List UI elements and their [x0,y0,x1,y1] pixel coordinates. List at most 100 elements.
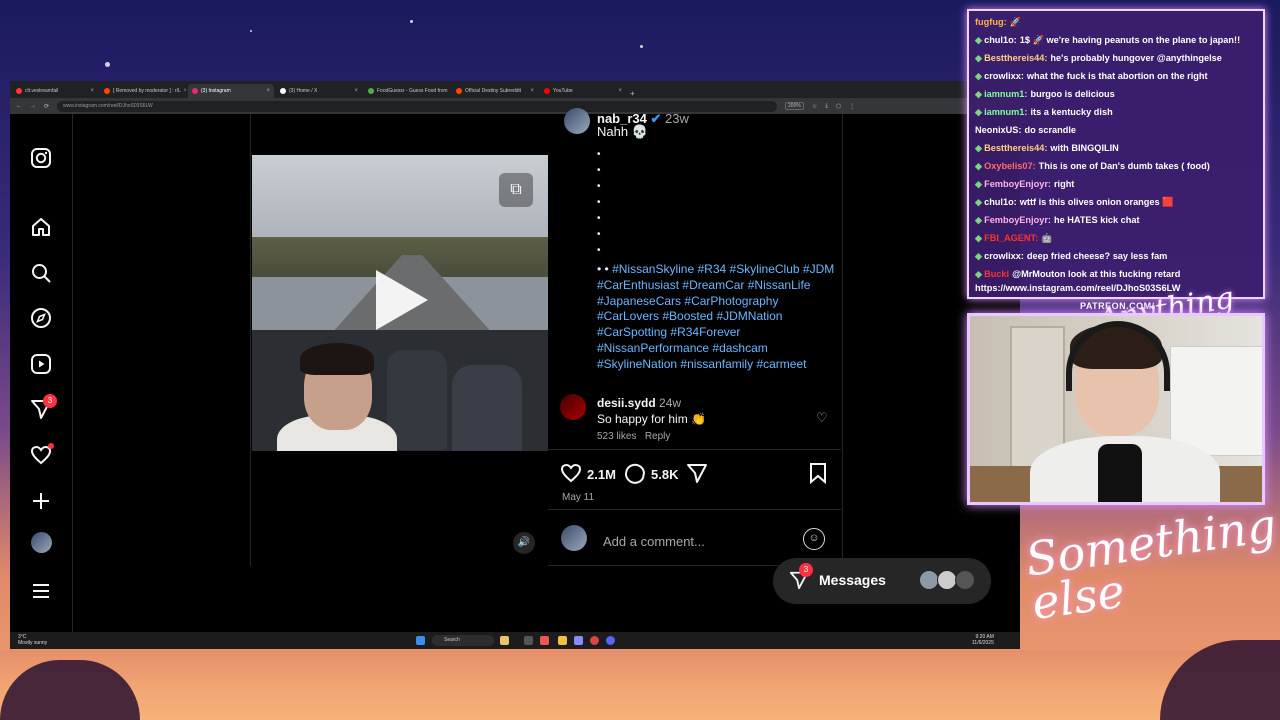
url-input[interactable]: www.instagram.com/reel/DJhoS03S6LW [57,100,778,112]
chat-message: ◆ FemboyEnjoyr: he HATES kick chat [975,211,1257,229]
hashtag-link[interactable]: #SkylineNation [597,357,677,371]
comment-user[interactable]: desii.sydd [597,396,656,410]
comment-icon[interactable] [624,462,646,490]
bookmark-star-icon[interactable]: ☆ [812,103,817,110]
browser-tab[interactable]: [ Removed by moderator ] : r/L × [100,84,186,98]
play-icon[interactable] [376,270,428,330]
chat-username[interactable]: FBI_AGENT: [984,233,1038,243]
weather-widget[interactable]: 3°C Mostly sunny [18,634,47,646]
close-tab-icon[interactable]: × [184,88,186,94]
browser-tab[interactable]: Official Destiny Subreddit × [452,84,538,98]
browser-tab[interactable]: clt.vestreamfail × [12,84,98,98]
chat-text: its a kentucky dish [1030,107,1113,117]
browser-menu-icon[interactable]: ⋮ [849,103,855,110]
commenter-avatar[interactable] [560,394,586,420]
sub-badge-icon: ◆ [975,215,983,225]
chat-username[interactable]: crowlixx: [984,251,1024,261]
hashtag-link[interactable]: #NissanSkyline [612,262,694,276]
chat-username[interactable]: NeonixUS: [975,125,1021,135]
close-tab-icon[interactable]: × [530,88,534,94]
add-comment-input[interactable]: Add a comment... [603,534,705,549]
chat-username[interactable]: fugfug: [975,17,1007,27]
chat-username[interactable]: Oxybelis07: [984,161,1036,171]
hashtag-link[interactable]: #JDMNation [716,309,782,323]
file-explorer-icon[interactable] [558,636,567,645]
chat-username[interactable]: iamnum1: [984,107,1027,117]
obs-icon[interactable] [590,636,599,645]
instagram-logo-icon[interactable] [30,147,52,169]
new-tab-icon[interactable]: + [630,89,635,98]
chat-username[interactable]: Bucki [984,269,1009,279]
chat-username[interactable]: chul1o: [984,197,1017,207]
like-icon[interactable] [560,462,582,490]
hashtag-link[interactable]: #SkylineClub [730,262,800,276]
chat-username[interactable]: chul1o: [984,35,1017,45]
save-icon[interactable] [807,462,829,490]
chat-username[interactable]: iamnum1: [984,89,1027,99]
close-tab-icon[interactable]: × [266,88,270,94]
discord-icon[interactable] [606,636,615,645]
chat-username[interactable]: FemboyEnjoyr: [984,215,1051,225]
like-count[interactable]: 2.1M [587,467,616,482]
profile-avatar[interactable] [31,532,52,553]
hashtag-link[interactable]: #CarLovers [597,309,659,323]
comment-count[interactable]: 5.8K [651,467,678,482]
reply-button[interactable]: Reply [645,431,671,442]
task-view-icon[interactable] [524,636,533,645]
picture-in-picture-icon[interactable]: ⧉ [499,173,533,207]
hashtag-link[interactable]: #DreamCar [682,278,744,292]
hashtag-link[interactable]: #nissanfamily [680,357,753,371]
share-icon[interactable] [686,462,708,490]
messages-button[interactable]: 3 Messages [773,558,991,604]
browser-tab[interactable]: FoodGuessr - Guess Food from× [364,84,450,98]
hashtag-link[interactable]: #NissanPerformance [597,341,709,355]
comment-username[interactable]: desii.sydd 24w [597,396,681,410]
app-icon[interactable] [574,636,583,645]
hashtag-link[interactable]: #R34 [697,262,726,276]
comment-likes[interactable]: 523 likes [597,431,636,442]
menu-icon[interactable] [30,580,52,602]
extensions-icon[interactable]: ⬡ [836,103,841,110]
explore-icon[interactable] [30,307,52,329]
forward-icon[interactable]: → [30,103,36,109]
comment-like-icon[interactable]: ♡ [816,410,828,426]
chat-username[interactable]: FemboyEnjoyr: [984,179,1051,189]
browser-tab[interactable]: (3) Home / X × [276,84,362,98]
hashtag-link[interactable]: #carmeet [756,357,806,371]
chat-username[interactable]: crowlixx: [984,71,1024,81]
close-tab-icon[interactable]: × [90,88,94,94]
start-icon[interactable] [416,636,425,645]
download-icon[interactable]: ⤓ [825,103,828,110]
emoji-icon[interactable]: ☺ [803,528,825,550]
chat-username[interactable]: Bestthereis44: [984,143,1047,153]
brave-icon[interactable] [540,636,549,645]
chat-username[interactable]: Bestthereis44: [984,53,1047,63]
author-avatar[interactable] [564,108,590,134]
hashtag-link[interactable]: #CarPhotography [684,294,778,308]
reels-icon[interactable] [30,353,52,375]
search-icon[interactable] [30,262,52,284]
widgets-icon[interactable] [500,636,509,645]
close-tab-icon[interactable]: × [618,88,622,94]
address-bar: ← → ⟳ www.instagram.com/reel/DJhoS03S6LW… [10,98,1020,114]
zoom-indicator[interactable]: 200% [785,102,804,110]
hashtag-link[interactable]: #JDM [803,262,834,276]
hashtag-link[interactable]: #dashcam [712,341,767,355]
browser-tab[interactable]: YouTube × [540,84,626,98]
clock[interactable]: 9:20 AM 11/6/2025 [972,634,994,646]
hashtag-link[interactable]: #JapaneseCars [597,294,681,308]
home-icon[interactable] [30,216,52,238]
hashtag-link[interactable]: #R34Forever [670,325,740,339]
reel-video[interactable]: ⧉ [252,155,548,451]
browser-tab[interactable]: (3) Instagram × [188,84,274,98]
hashtag-link[interactable]: #NissanLife [748,278,811,292]
hashtag-link[interactable]: #CarSpotting [597,325,667,339]
volume-icon[interactable]: 🔊 [513,532,535,554]
hashtag-link[interactable]: #Boosted [662,309,713,323]
reload-icon[interactable]: ⟳ [44,103,49,110]
taskbar-search[interactable]: Search [432,635,494,646]
back-icon[interactable]: ← [16,103,22,109]
create-icon[interactable] [30,490,52,512]
hashtag-link[interactable]: #CarEnthusiast [597,278,679,292]
close-tab-icon[interactable]: × [354,88,358,94]
